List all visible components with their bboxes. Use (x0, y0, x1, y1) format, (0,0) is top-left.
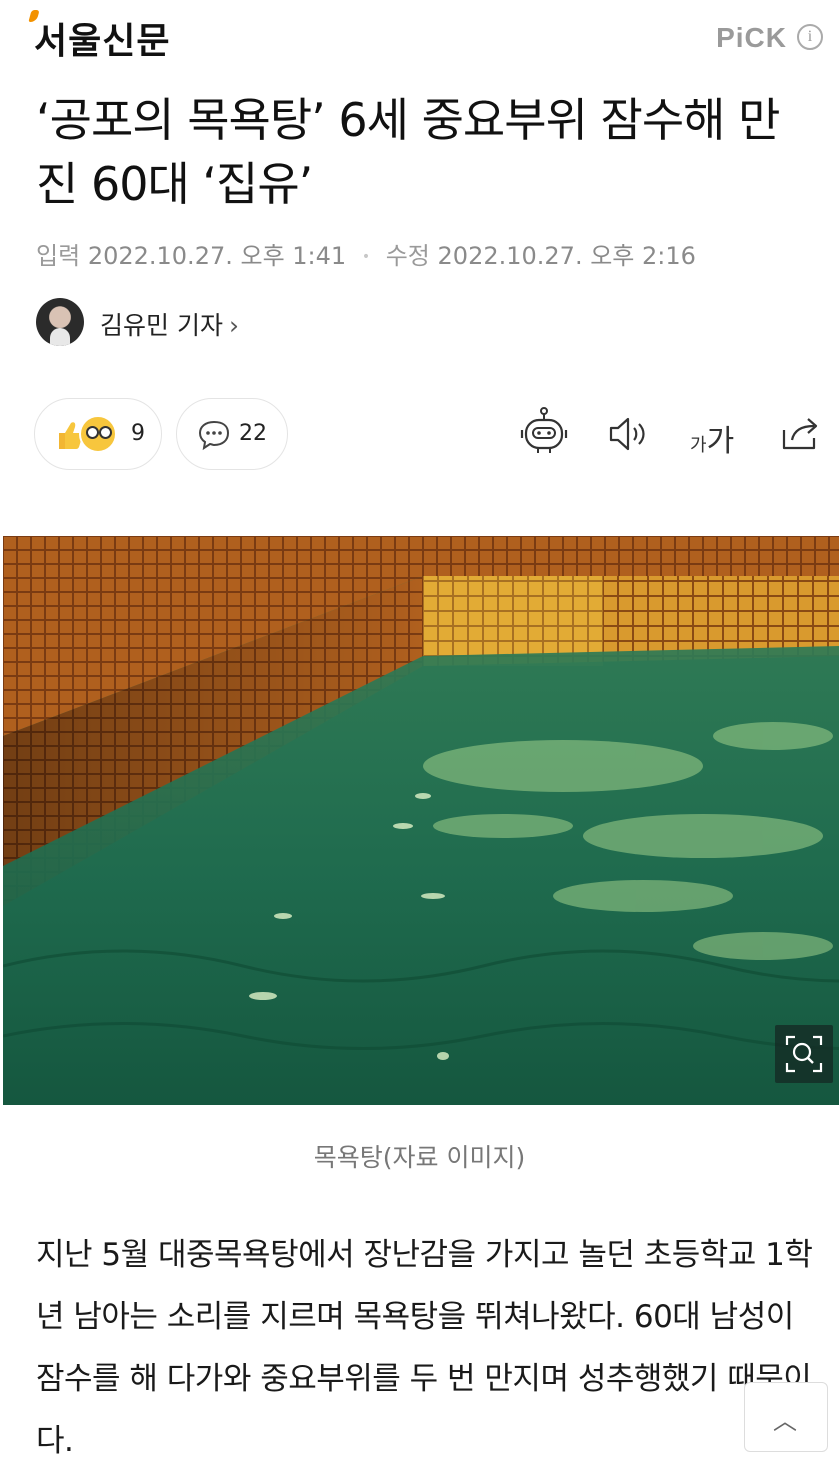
photo-caption: 목욕탕(자료 이미지) (313, 1143, 526, 1172)
font-small-label: 가 (690, 435, 707, 456)
date-separator: • (361, 249, 371, 265)
surprised-emoji-icon (79, 415, 117, 453)
share-icon[interactable] (780, 414, 820, 452)
arrow-up-icon: ︿ (773, 1407, 797, 1435)
comment-count: 22 (239, 421, 267, 446)
edit-label: 수정 (385, 242, 430, 270)
comment-button[interactable]: 22 (176, 398, 288, 470)
article-photo[interactable] (3, 536, 839, 1105)
author-link[interactable]: 김유민 기자 › (100, 306, 239, 342)
pick-badge: PiCK (716, 22, 787, 53)
avatar[interactable] (36, 298, 84, 346)
reaction-button[interactable]: 9 (34, 398, 162, 470)
article-title: ‘공포의 목욕탕’ 6세 중요부위 잠수해 만진 60대 ‘집유’ (36, 93, 780, 211)
zoom-search-icon (785, 1035, 823, 1073)
header: 서울신문 PiCK i (0, 0, 839, 80)
font-size-icon[interactable]: 가가 (690, 416, 734, 460)
article-toolbar: 9 22 가가 (34, 398, 824, 472)
summary-bot-icon[interactable] (520, 406, 568, 456)
article-body: 지난 5월 대중목욕탕에서 장난감을 가지고 놀던 초등학교 1학년 남아는 소… (36, 1237, 813, 1459)
publisher-logo[interactable]: 서울신문 (34, 12, 170, 64)
edit-date: 2022.10.27. 오후 2:16 (437, 242, 696, 270)
chevron-right-icon: › (228, 311, 239, 340)
article-dates: 입력 2022.10.27. 오후 1:41 • 수정 2022.10.27. … (36, 236, 696, 271)
author-name: 김유민 기자 (100, 311, 223, 340)
input-date: 2022.10.27. 오후 1:41 (87, 242, 347, 270)
comment-icon (198, 420, 230, 451)
speaker-icon[interactable] (608, 416, 648, 452)
pool-image (3, 536, 839, 1105)
photo-zoom-button[interactable] (775, 1025, 833, 1083)
reaction-count: 9 (131, 421, 145, 446)
scroll-top-button[interactable]: ︿ (744, 1382, 828, 1452)
info-icon[interactable]: i (797, 24, 823, 50)
input-label: 입력 (36, 242, 81, 270)
font-large-label: 가 (706, 424, 735, 459)
